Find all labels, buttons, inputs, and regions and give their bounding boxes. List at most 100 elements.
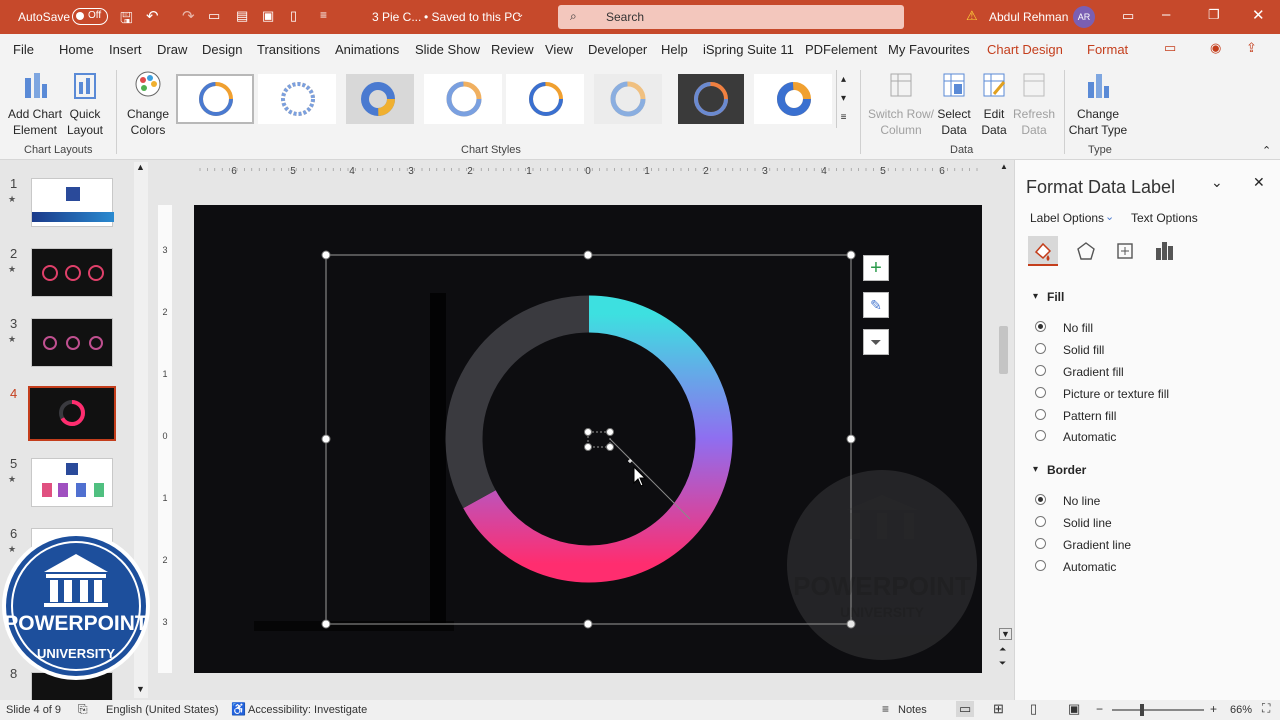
resize-handle[interactable] — [321, 434, 331, 444]
zoom-in-icon[interactable]: + — [1210, 702, 1217, 716]
tab-text-options[interactable]: Text Options — [1131, 211, 1198, 225]
radio-pattern-fill[interactable] — [1035, 409, 1046, 420]
tab-label-options[interactable]: Label Options — [1030, 211, 1104, 225]
edit-data-button[interactable]: Edit Data — [974, 70, 1014, 138]
option-automatic-line[interactable]: Automatic — [1063, 560, 1116, 574]
slide-thumbnail-selected[interactable] — [28, 386, 116, 441]
chart-style-4[interactable] — [424, 74, 502, 124]
tab-draw[interactable]: Draw — [157, 42, 187, 57]
avatar[interactable]: AR — [1073, 6, 1095, 28]
radio-picture-fill[interactable] — [1035, 387, 1046, 398]
refresh-data-button[interactable]: Refresh Data — [1012, 70, 1056, 138]
tab-file[interactable]: File — [13, 42, 34, 57]
chevron-up-icon[interactable]: ▴ — [837, 70, 850, 89]
slideshow-icon[interactable]: ▤ — [236, 8, 248, 24]
tab-help[interactable]: Help — [661, 42, 688, 57]
tab-my-favourites[interactable]: My Favourites — [888, 42, 970, 57]
change-chart-type-button[interactable]: Change Chart Type — [1068, 70, 1128, 138]
radio-gradient-line[interactable] — [1035, 538, 1046, 549]
slide-canvas[interactable]: POWERPOINT UNIVERSITY + ✎ ⏷ — [194, 205, 982, 673]
present-icon[interactable]: ▭ — [208, 8, 220, 24]
chart-style-2[interactable] — [258, 74, 336, 124]
radio-automatic-line[interactable] — [1035, 560, 1046, 571]
tab-animations[interactable]: Animations — [335, 42, 399, 57]
radio-automatic-fill[interactable] — [1035, 430, 1046, 441]
chart-filter-icon[interactable]: ⏷ — [863, 329, 889, 355]
chart-style-7[interactable] — [678, 74, 744, 124]
warning-icon[interactable]: ⚠ — [966, 8, 978, 24]
redo-icon[interactable]: ↷ — [182, 7, 195, 25]
resize-handle[interactable] — [583, 250, 593, 260]
add-chart-element-button[interactable]: Add Chart Element — [4, 70, 66, 138]
slide-thumbnail[interactable] — [31, 178, 114, 227]
tab-design[interactable]: Design — [202, 42, 242, 57]
chart-style-1[interactable] — [176, 74, 254, 124]
radio-solid-line[interactable] — [1035, 516, 1046, 527]
customize-icon[interactable]: ≡ — [320, 8, 327, 22]
tab-view[interactable]: View — [545, 42, 573, 57]
collapse-fill-icon[interactable]: ▾ — [1033, 291, 1038, 302]
user-name[interactable]: Abdul Rehman — [989, 10, 1068, 24]
resize-handle[interactable] — [846, 434, 856, 444]
chart-style-8[interactable] — [754, 74, 832, 124]
radio-no-line[interactable] — [1035, 494, 1046, 505]
switch-row-column-button[interactable]: Switch Row/ Column — [866, 70, 936, 138]
slideshow-view-icon[interactable]: ▣ — [1068, 701, 1080, 717]
fill-section-header[interactable]: Fill — [1047, 290, 1064, 304]
size-properties-icon[interactable] — [1110, 236, 1140, 266]
option-solid-line[interactable]: Solid line — [1063, 516, 1112, 530]
chart-styles-brush-icon[interactable]: ✎ — [863, 292, 889, 318]
label-options-bar-icon[interactable] — [1149, 236, 1179, 266]
chart-style-3[interactable] — [346, 74, 414, 124]
option-picture-fill[interactable]: Picture or texture fill — [1063, 387, 1169, 401]
comments-icon[interactable]: ▭ — [1164, 40, 1176, 56]
undo-icon[interactable]: ↶ — [146, 7, 159, 25]
tab-home[interactable]: Home — [59, 42, 94, 57]
label-handle[interactable] — [584, 428, 592, 436]
reading-view-icon[interactable]: ▯ — [1030, 701, 1037, 717]
resize-handle[interactable] — [321, 250, 331, 260]
picture-icon[interactable]: ▣ — [262, 8, 274, 24]
slide-sorter-icon[interactable]: ⊞ — [993, 701, 1004, 717]
slide-thumbnail[interactable] — [31, 458, 113, 507]
accessibility-icon[interactable]: ♿ — [231, 702, 246, 716]
more-styles-icon[interactable]: ≡ — [837, 108, 850, 127]
zoom-slider[interactable] — [1112, 709, 1204, 711]
tab-review[interactable]: Review — [491, 42, 534, 57]
resize-handle[interactable] — [846, 250, 856, 260]
option-no-fill[interactable]: No fill — [1063, 321, 1093, 335]
resize-handle[interactable] — [321, 619, 331, 629]
autosave-toggle[interactable]: Off — [72, 8, 108, 25]
pdf-icon[interactable]: ▯ — [290, 8, 297, 24]
option-gradient-fill[interactable]: Gradient fill — [1063, 365, 1124, 379]
scroll-up-icon[interactable]: ▲ — [136, 162, 145, 172]
label-handle[interactable] — [584, 443, 592, 451]
chart-style-6[interactable] — [594, 74, 662, 124]
tab-developer[interactable]: Developer — [588, 42, 647, 57]
tab-pdfelement[interactable]: PDFelement — [805, 42, 877, 57]
change-colors-button[interactable]: Change Colors — [122, 70, 174, 138]
option-pattern-fill[interactable]: Pattern fill — [1063, 409, 1116, 423]
doc-title[interactable]: 3 Pie C... — [372, 10, 421, 24]
chevron-down-icon[interactable]: ⌄ — [1105, 210, 1114, 223]
quick-layout-button[interactable]: Quick Layout — [62, 70, 108, 138]
radio-gradient-fill[interactable] — [1035, 365, 1046, 376]
share-icon[interactable]: ⇪ — [1246, 40, 1257, 56]
resize-handle[interactable] — [583, 619, 593, 629]
scroll-thumb[interactable] — [999, 326, 1008, 374]
restore-icon[interactable]: ❐ — [1208, 7, 1220, 23]
tab-slide-show[interactable]: Slide Show — [415, 42, 480, 57]
chevron-down-icon[interactable]: ▾ — [837, 89, 850, 108]
accessibility-status[interactable]: Accessibility: Investigate — [248, 704, 367, 716]
effects-pentagon-icon[interactable] — [1071, 236, 1101, 266]
save-status[interactable]: • Saved to this PC — [424, 10, 521, 24]
record-icon[interactable]: ◉ — [1210, 40, 1221, 56]
language[interactable]: English (United States) — [106, 704, 219, 716]
select-data-button[interactable]: Select Data — [934, 70, 974, 138]
canvas-scrollbar[interactable]: ▲ ▼ ⏶ ⏷ — [996, 160, 1012, 680]
notes-button[interactable]: Notes — [898, 704, 927, 716]
zoom-slider-thumb[interactable] — [1140, 704, 1144, 716]
fill-line-tab[interactable] — [1028, 236, 1058, 266]
tab-transitions[interactable]: Transitions — [257, 42, 320, 57]
styles-scroll[interactable]: ▴ ▾ ≡ — [836, 70, 850, 128]
